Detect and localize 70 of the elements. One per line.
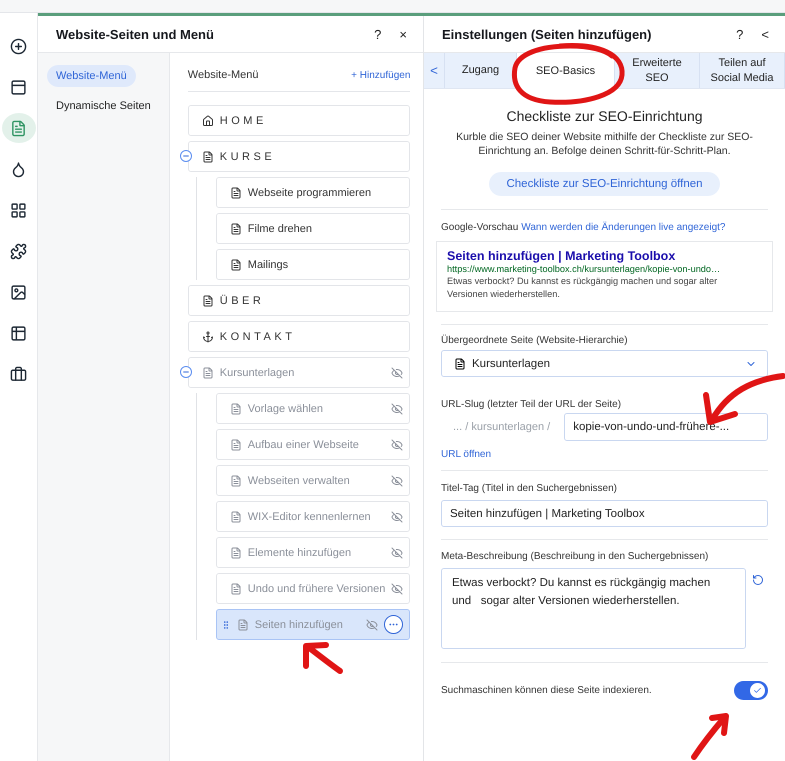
section-heading: Checkliste zur SEO-Einrichtung — [506, 108, 703, 124]
page-icon — [202, 366, 214, 378]
hidden-icon — [391, 474, 404, 486]
collapse-toggle[interactable] — [180, 150, 192, 162]
section-description: Kurble die SEO deiner Website mithilfe der Checkliste zur SEO-Einrichtung an. Befolge deinen Schritt-für-Schritt-Plan. — [455, 130, 754, 158]
checklist-button[interactable]: Checkliste zur SEO-Einrichtung öffnen — [489, 172, 720, 196]
page-icon — [202, 294, 214, 306]
url-prefix: ... / kursunterlagen / — [452, 421, 552, 434]
page-icon — [230, 258, 242, 270]
check-icon — [753, 686, 762, 696]
page-icon — [236, 618, 249, 630]
annotation-arrow — [303, 642, 343, 674]
more-button[interactable] — [384, 615, 404, 634]
help-link[interactable]: Wann werden die Änderungen live angezeigt? — [521, 222, 726, 234]
close-button[interactable]: × — [397, 26, 409, 42]
menu-title: Website-Menü — [188, 69, 258, 81]
panel-title: Einstellungen (Seiten hinzufügen) — [442, 26, 652, 42]
page-icon — [230, 402, 242, 414]
preview-title: Seiten hinzufügen | Marketing Toolbox — [447, 249, 676, 264]
page-icon — [230, 222, 242, 234]
hidden-icon — [391, 402, 404, 414]
toggle-label: Suchmaschinen können diese Seite indexieren. — [441, 685, 652, 696]
menu-item[interactable]: Filme drehen — [216, 213, 410, 244]
hidden-icon — [391, 510, 404, 522]
page-icon — [230, 546, 242, 558]
page-icon[interactable] — [2, 113, 36, 143]
menu-item[interactable]: KONTAKT — [188, 321, 410, 352]
page-icon — [230, 438, 242, 450]
page-icon — [230, 582, 242, 594]
sidebar-item[interactable]: Website-Menü — [47, 65, 136, 87]
hidden-icon — [366, 618, 378, 630]
hidden-icon — [391, 546, 404, 558]
hidden-icon — [391, 366, 404, 378]
home-icon — [202, 114, 214, 126]
sidebar-item[interactable]: Dynamische Seiten — [47, 95, 160, 117]
title-tag-field[interactable]: Seiten hinzufügen | Marketing Toolbox — [441, 500, 768, 528]
indexing-switch[interactable] — [734, 681, 768, 700]
panel-title: Website-Seiten und Menü — [56, 26, 214, 42]
collapse-toggle[interactable] — [180, 366, 192, 378]
page-icon — [202, 150, 214, 162]
parent-page-dropdown[interactable]: Kursunterlagen — [441, 350, 768, 378]
menu-item[interactable]: ÜBER — [188, 285, 410, 316]
menu-item[interactable]: Mailings — [216, 249, 410, 280]
annotation-arrow — [691, 713, 729, 760]
tab[interactable]: SEO-Basics — [517, 53, 615, 89]
preview-description: Etwas verbockt? Du kannst es rückgängig machen und sogar alter Versionen wiederherstellen. — [447, 275, 718, 302]
reset-icon[interactable] — [752, 574, 764, 586]
preview-url: https://www.marketing-toolbox.ch/kursunterlagen/kopie-von-undo… — [447, 264, 722, 274]
hidden-icon — [391, 438, 404, 450]
menu-item[interactable]: HOME — [188, 105, 410, 136]
field-label: Titel-Tag (Titel in den Suchergebnissen) — [441, 483, 618, 494]
field-label: URL-Slug (letzter Teil der URL der Seite) — [441, 399, 622, 410]
add-link[interactable]: + Hinzufügen — [351, 70, 410, 80]
meta-description-field[interactable]: Etwas verbockt? Du kannst es rückgängig machen und sogar alter Versionen wiederherstellen. — [441, 568, 746, 650]
page-icon — [230, 474, 242, 486]
field-label: Google-Vorschau — [441, 222, 518, 234]
field-label: Meta-Beschreibung (Beschreibung in den Suchergebnissen) — [441, 551, 710, 562]
url-slug-field[interactable]: kopie-von-undo-und-frühere-... — [564, 413, 768, 442]
page-icon — [230, 510, 242, 522]
page-icon — [230, 186, 242, 198]
field-label: Übergeordnete Seite (Website-Hierarchie) — [441, 335, 629, 346]
menu-item[interactable]: Webseite programmieren — [216, 177, 410, 208]
open-url-link[interactable]: URL öffnen — [441, 449, 768, 460]
page-icon — [454, 358, 466, 370]
help-button[interactable]: ? — [734, 26, 746, 42]
menu-item[interactable]: KURSE — [188, 141, 410, 172]
hidden-icon — [391, 582, 404, 594]
anchor-icon — [202, 330, 214, 342]
help-button[interactable]: ? — [372, 26, 384, 42]
back-button[interactable]: < — [759, 26, 771, 42]
